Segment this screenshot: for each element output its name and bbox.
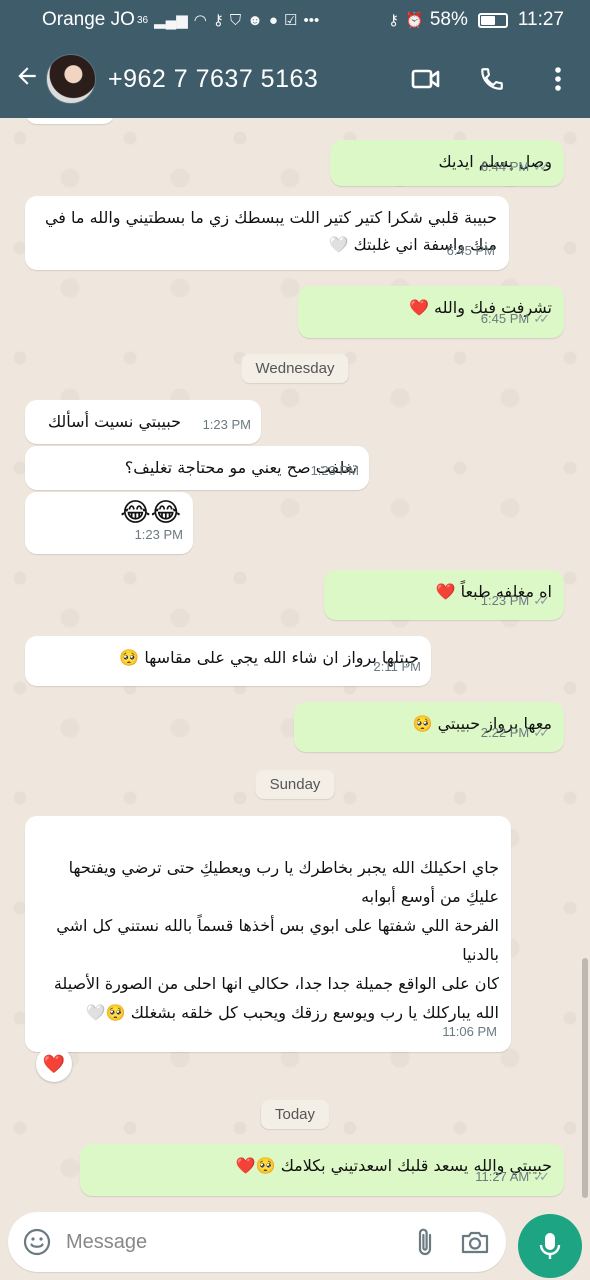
message-time: 6:44 PM bbox=[480, 159, 530, 174]
camera-icon[interactable] bbox=[450, 1217, 500, 1267]
message-meta: 11:27 AM ✓✓ bbox=[475, 1163, 550, 1190]
read-ticks-icon: ✓✓ bbox=[533, 159, 550, 174]
message-time: 2:11 PM bbox=[373, 659, 421, 674]
message-bubble-partial bbox=[25, 118, 115, 124]
message-bubble-incoming[interactable]: تغلفت صح يعني مو محتاجة تغليف؟ 1:23 PM bbox=[25, 446, 369, 490]
vpn-key-icon: ⚷ bbox=[388, 12, 400, 29]
message-bubble-outgoing[interactable]: اه مغلفه طبعاً ❤️ 1:23 PM ✓✓ bbox=[324, 570, 564, 620]
message-bubble-incoming[interactable]: جاي احكيلك الله يجبر بخاطرك يا رب ويعطيك… bbox=[25, 816, 511, 1052]
emoji-icon[interactable] bbox=[12, 1217, 62, 1267]
message-bubble-outgoing[interactable]: وصل يسلم ايديك 6:44 PM ✓✓ bbox=[330, 140, 564, 186]
date-divider: Sunday bbox=[255, 770, 335, 799]
message-time: 1:23 PM bbox=[134, 527, 183, 542]
message-meta: 1:23 PM ✓✓ bbox=[481, 587, 550, 614]
network-type: 36 bbox=[136, 14, 149, 26]
message-meta: 11:06 PM bbox=[442, 1017, 497, 1046]
message-meta: 1:23 PM bbox=[203, 411, 251, 438]
status-bar: Orange JO 36 ▂▄▆ ◠ ⚷ ⛉ ☻ ● ☑ ••• ⚷ ⏰ 58%… bbox=[0, 0, 590, 40]
video-call-icon[interactable] bbox=[404, 57, 448, 101]
message-input-box[interactable]: Message bbox=[8, 1212, 506, 1272]
carrier-label: Orange JO bbox=[42, 9, 135, 30]
battery-percent: 58% bbox=[429, 9, 468, 30]
signal-icon: ▂▄▆ bbox=[154, 12, 188, 29]
read-ticks-icon: ✓✓ bbox=[533, 311, 550, 326]
message-time: 1:23 PM bbox=[480, 593, 530, 608]
message-time: 2:22 PM bbox=[480, 725, 530, 740]
reaction-heart[interactable]: ❤️ bbox=[36, 1046, 72, 1082]
battery-icon bbox=[477, 12, 508, 28]
chat-area[interactable]: وصل يسلم ايديك 6:44 PM ✓✓ حبيبة قلبي شكرا… bbox=[0, 118, 590, 1206]
attachment-icon[interactable] bbox=[400, 1217, 450, 1267]
message-bubble-incoming[interactable]: جبتلها برواز ان شاء الله يجي على مقاسها … bbox=[25, 636, 431, 686]
read-ticks-icon: ✓✓ bbox=[533, 1169, 550, 1184]
composer: Message bbox=[0, 1206, 590, 1280]
message-bubble-outgoing[interactable]: معها برواز حبيبتي 🥺 2:22 PM ✓✓ bbox=[294, 702, 564, 752]
message-meta: 2:22 PM ✓✓ bbox=[481, 719, 550, 746]
read-ticks-icon: ✓✓ bbox=[533, 725, 550, 740]
message-meta: 1:23 PM bbox=[135, 521, 183, 548]
message-time: 1:23 PM bbox=[310, 463, 359, 478]
message-meta: 6:45 PM ✓✓ bbox=[481, 305, 550, 332]
message-bubble-incoming[interactable]: حبيبتي نسيت أسألك 1:23 PM bbox=[25, 400, 261, 444]
message-time: 11:06 PM bbox=[442, 1024, 497, 1039]
message-meta: 6:44 PM ✓✓ bbox=[481, 153, 550, 180]
message-bubble-incoming[interactable]: 😂😂 1:23 PM bbox=[25, 492, 193, 554]
shield-icon: ⛉ bbox=[229, 11, 242, 29]
avatar[interactable] bbox=[46, 54, 96, 104]
message-meta: 2:11 PM bbox=[374, 653, 421, 680]
chat-bubble-icon: ● bbox=[268, 11, 278, 29]
date-divider: Today bbox=[260, 1100, 330, 1129]
key-icon: ⚷ bbox=[212, 12, 224, 29]
contact-name[interactable]: +962 7 7637 5163 bbox=[108, 65, 404, 94]
message-time: 6:45 PM bbox=[446, 243, 495, 258]
snapchat-icon: ☻ bbox=[247, 11, 263, 29]
mic-icon bbox=[539, 1233, 561, 1259]
message-time: 6:45 PM bbox=[480, 311, 530, 326]
back-arrow-icon[interactable] bbox=[8, 63, 46, 95]
message-time: 11:27 AM bbox=[475, 1169, 530, 1184]
message-input[interactable]: Message bbox=[66, 1231, 400, 1254]
alarm-icon: ⏰ bbox=[405, 12, 424, 29]
message-text: حبيبة قلبي شكرا كتير كتير اللت يبسطك زي … bbox=[44, 208, 497, 254]
message-meta: 1:23 PM bbox=[311, 457, 359, 484]
message-text: حبيبتي نسيت أسألك bbox=[47, 412, 181, 431]
read-ticks-icon: ✓✓ bbox=[533, 593, 550, 608]
message-bubble-incoming[interactable]: حبيبة قلبي شكرا كتير كتير اللت يبسطك زي … bbox=[25, 196, 509, 270]
chat-header: +962 7 7637 5163 bbox=[0, 40, 590, 118]
message-text: جاي احكيلك الله يجبر بخاطرك يا رب ويعطيك… bbox=[53, 858, 499, 1022]
clock: 11:27 bbox=[517, 9, 564, 30]
message-bubble-outgoing[interactable]: حبيبتي والله يسعد قلبك اسعدتيني بكلامك 🥺… bbox=[80, 1144, 564, 1196]
message-meta: 6:45 PM bbox=[447, 237, 495, 264]
voice-call-icon[interactable] bbox=[470, 57, 514, 101]
message-bubble-outgoing[interactable]: تشرفت فيك والله ❤️ 6:45 PM ✓✓ bbox=[298, 286, 564, 338]
more-notifications-icon: ••• bbox=[303, 11, 320, 29]
more-options-icon[interactable] bbox=[536, 57, 580, 101]
scrollbar[interactable] bbox=[582, 958, 588, 1198]
mic-button[interactable] bbox=[518, 1214, 582, 1278]
message-time: 1:23 PM bbox=[202, 417, 251, 432]
checkbox-icon: ☑ bbox=[283, 12, 298, 29]
wifi-icon: ◠ bbox=[193, 12, 207, 29]
date-divider: Wednesday bbox=[241, 354, 349, 383]
